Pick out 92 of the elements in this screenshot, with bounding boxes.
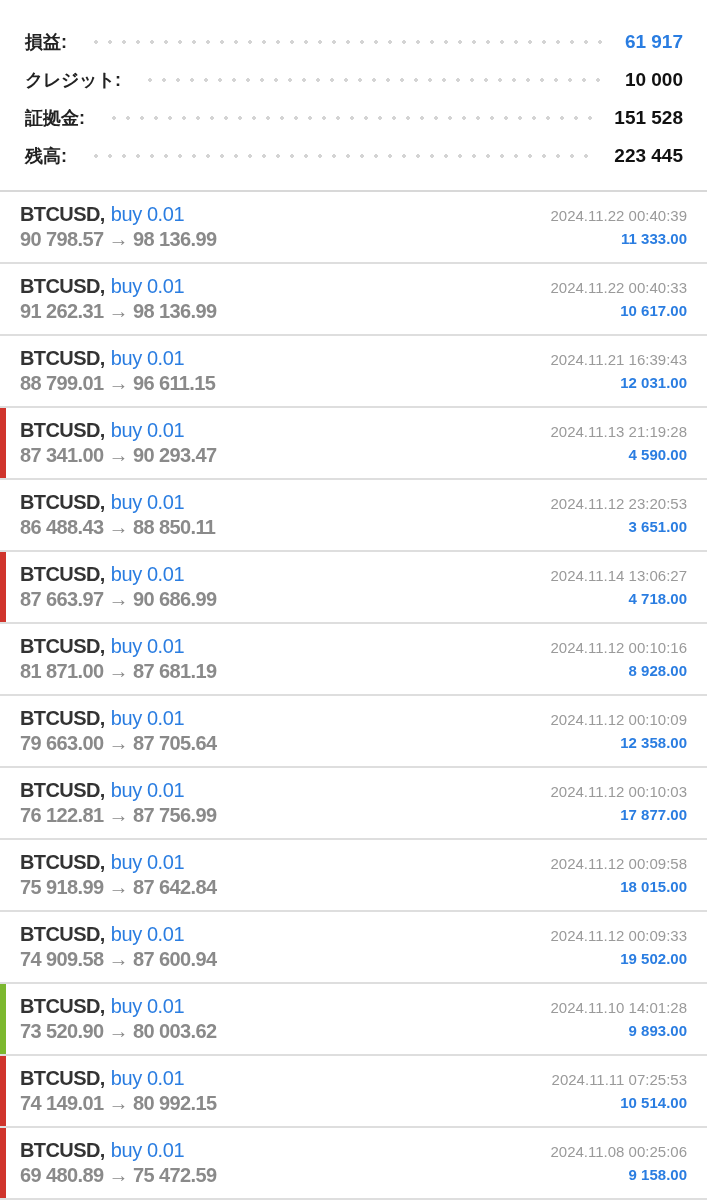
symbol-label: BTCUSD, bbox=[20, 419, 105, 442]
symbol-label: BTCUSD, bbox=[20, 275, 105, 298]
symbol-label: BTCUSD, bbox=[20, 923, 105, 946]
order-label: buy 0.01 bbox=[110, 707, 185, 730]
trade-row[interactable]: BTCUSD, buy 0.01 74 909.58 → 87 600.94 2024.11.12 00:09:33 19 502.00 bbox=[0, 912, 707, 984]
order-label: buy 0.01 bbox=[110, 923, 185, 946]
trade-time: 2024.11.08 00:25:06 bbox=[550, 1143, 687, 1160]
summary-label: クレジット: bbox=[25, 69, 121, 92]
profit-value: 11 333.00 bbox=[621, 230, 687, 247]
trade-time: 2024.11.21 16:39:43 bbox=[550, 351, 687, 368]
price-range: 90 798.57 → 98 136.99 bbox=[20, 228, 217, 251]
profit-value: 9 158.00 bbox=[628, 1166, 687, 1183]
price-range: 86 488.43 → 88 850.11 bbox=[20, 516, 216, 539]
price-range: 87 663.97 → 90 686.99 bbox=[20, 588, 217, 611]
profit-value: 8 928.00 bbox=[628, 662, 687, 679]
trade-time: 2024.11.11 07:25:53 bbox=[551, 1071, 687, 1088]
profit-value: 4 718.00 bbox=[628, 590, 687, 607]
order-label: buy 0.01 bbox=[110, 275, 185, 298]
trade-row[interactable]: BTCUSD, buy 0.01 87 341.00 → 90 293.47 2024.11.13 21:19:28 4 590.00 bbox=[0, 408, 707, 480]
profit-value: 10 514.00 bbox=[620, 1094, 687, 1111]
trade-row[interactable]: BTCUSD, buy 0.01 76 122.81 → 87 756.99 2024.11.12 00:10:03 17 877.00 bbox=[0, 768, 707, 840]
profit-value: 12 031.00 bbox=[620, 374, 687, 391]
price-range: 69 480.89 → 75 472.59 bbox=[20, 1164, 217, 1187]
trade-row[interactable]: BTCUSD, buy 0.01 75 918.99 → 87 642.84 2024.11.12 00:09:58 18 015.00 bbox=[0, 840, 707, 912]
price-range: 91 262.31 → 98 136.99 bbox=[20, 300, 217, 323]
order-label: buy 0.01 bbox=[110, 347, 185, 370]
order-label: buy 0.01 bbox=[110, 419, 185, 442]
profit-value: 18 015.00 bbox=[620, 878, 687, 895]
profit-value: 17 877.00 bbox=[620, 806, 687, 823]
order-label: buy 0.01 bbox=[110, 779, 185, 802]
trade-row[interactable]: BTCUSD, buy 0.01 79 663.00 → 87 705.64 2024.11.12 00:10:09 12 358.00 bbox=[0, 696, 707, 768]
order-label: buy 0.01 bbox=[110, 851, 185, 874]
price-range: 81 871.00 → 87 681.19 bbox=[20, 660, 217, 683]
order-label: buy 0.01 bbox=[110, 1067, 185, 1090]
trade-row[interactable]: BTCUSD, buy 0.01 90 798.57 → 98 136.99 2024.11.22 00:40:39 11 333.00 bbox=[0, 192, 707, 264]
price-range: 74 149.01 → 80 992.15 bbox=[20, 1092, 217, 1115]
price-range: 79 663.00 → 87 705.64 bbox=[20, 732, 217, 755]
symbol-label: BTCUSD, bbox=[20, 203, 105, 226]
summary-label: 損益: bbox=[25, 31, 67, 54]
price-range: 87 341.00 → 90 293.47 bbox=[20, 444, 217, 467]
profit-value: 19 502.00 bbox=[620, 950, 687, 967]
trade-row[interactable]: BTCUSD, buy 0.01 73 520.90 → 80 003.62 2024.11.10 14:01:28 9 893.00 bbox=[0, 984, 707, 1056]
symbol-label: BTCUSD, bbox=[20, 491, 105, 514]
trade-time: 2024.11.12 00:10:16 bbox=[550, 639, 687, 656]
symbol-label: BTCUSD, bbox=[20, 707, 105, 730]
order-label: buy 0.01 bbox=[110, 203, 185, 226]
trade-time: 2024.11.12 00:09:58 bbox=[550, 855, 687, 872]
symbol-label: BTCUSD, bbox=[20, 995, 105, 1018]
summary-value: 61 917 bbox=[624, 31, 683, 53]
profit-value: 3 651.00 bbox=[628, 518, 687, 535]
symbol-label: BTCUSD, bbox=[20, 779, 105, 802]
trade-row[interactable]: BTCUSD, buy 0.01 86 488.43 → 88 850.11 2024.11.12 23:20:53 3 651.00 bbox=[0, 480, 707, 552]
order-label: buy 0.01 bbox=[110, 491, 185, 514]
trade-time: 2024.11.22 00:40:39 bbox=[550, 207, 687, 224]
profit-value: 12 358.00 bbox=[620, 734, 687, 751]
trade-time: 2024.11.12 00:10:03 bbox=[550, 783, 687, 800]
trade-time: 2024.11.12 23:20:53 bbox=[550, 495, 687, 512]
price-range: 73 520.90 → 80 003.62 bbox=[20, 1020, 217, 1043]
price-range: 75 918.99 → 87 642.84 bbox=[20, 876, 217, 899]
trade-time: 2024.11.12 00:10:09 bbox=[550, 711, 687, 728]
trade-row[interactable]: BTCUSD, buy 0.01 74 149.01 → 80 992.15 2024.11.11 07:25:53 10 514.00 bbox=[0, 1056, 707, 1128]
summary-value: 10 000 bbox=[624, 69, 683, 91]
symbol-label: BTCUSD, bbox=[20, 635, 105, 658]
summary-label: 証拠金: bbox=[25, 107, 85, 130]
price-range: 74 909.58 → 87 600.94 bbox=[20, 948, 217, 971]
profit-value: 9 893.00 bbox=[628, 1022, 687, 1039]
trade-time: 2024.11.10 14:01:28 bbox=[550, 999, 687, 1016]
order-label: buy 0.01 bbox=[110, 635, 185, 658]
trade-row[interactable]: BTCUSD, buy 0.01 81 871.00 → 87 681.19 2024.11.12 00:10:16 8 928.00 bbox=[0, 624, 707, 696]
symbol-label: BTCUSD, bbox=[20, 563, 105, 586]
symbol-label: BTCUSD, bbox=[20, 347, 105, 370]
summary-value: 223 445 bbox=[614, 145, 683, 167]
trade-row[interactable]: BTCUSD, buy 0.01 91 262.31 → 98 136.99 2024.11.22 00:40:33 10 617.00 bbox=[0, 264, 707, 336]
trade-time: 2024.11.14 13:06:27 bbox=[550, 567, 687, 584]
trade-row[interactable]: BTCUSD, buy 0.01 88 799.01 → 96 611.15 2024.11.21 16:39:43 12 031.00 bbox=[0, 336, 707, 408]
symbol-label: BTCUSD, bbox=[20, 1139, 105, 1162]
order-label: buy 0.01 bbox=[110, 995, 185, 1018]
trade-time: 2024.11.22 00:40:33 bbox=[550, 279, 687, 296]
profit-value: 4 590.00 bbox=[628, 446, 687, 463]
summary-value: 151 528 bbox=[614, 107, 683, 129]
order-label: buy 0.01 bbox=[110, 1139, 185, 1162]
trade-time: 2024.11.13 21:19:28 bbox=[550, 423, 687, 440]
profit-value: 10 617.00 bbox=[620, 302, 687, 319]
price-range: 76 122.81 → 87 756.99 bbox=[20, 804, 217, 827]
summary-label: 残高: bbox=[25, 145, 67, 168]
trade-time: 2024.11.12 00:09:33 bbox=[550, 927, 687, 944]
trade-row[interactable]: BTCUSD, buy 0.01 69 480.89 → 75 472.59 2024.11.08 00:25:06 9 158.00 bbox=[0, 1128, 707, 1200]
trade-row[interactable]: BTCUSD, buy 0.01 87 663.97 → 90 686.99 2024.11.14 13:06:27 4 718.00 bbox=[0, 552, 707, 624]
symbol-label: BTCUSD, bbox=[20, 1067, 105, 1090]
symbol-label: BTCUSD, bbox=[20, 851, 105, 874]
price-range: 88 799.01 → 96 611.15 bbox=[20, 372, 216, 395]
order-label: buy 0.01 bbox=[110, 563, 185, 586]
